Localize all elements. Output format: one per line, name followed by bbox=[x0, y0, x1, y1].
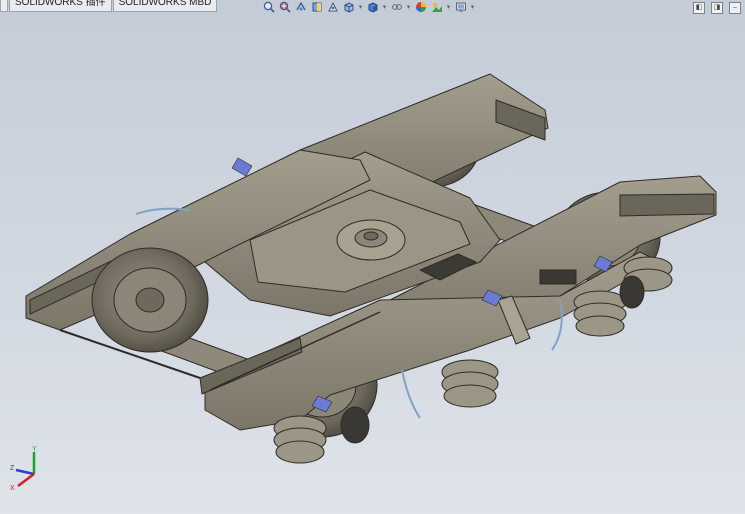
triad-y-label: Y bbox=[32, 446, 37, 453]
bogie-model-view[interactable] bbox=[0, 0, 745, 514]
reference-triad: Y Z X bbox=[10, 446, 37, 492]
axlebox-front-right bbox=[340, 406, 370, 444]
triad-x-label: X bbox=[10, 485, 15, 492]
graphics-area[interactable]: SOLIDWORKS 插件 SOLIDWORKS MBD ▾ ▾ ▾ ▾ ▾ ◧… bbox=[0, 0, 745, 514]
triad-z-label: Z bbox=[10, 465, 15, 472]
axlebox-rear-right bbox=[619, 275, 645, 309]
